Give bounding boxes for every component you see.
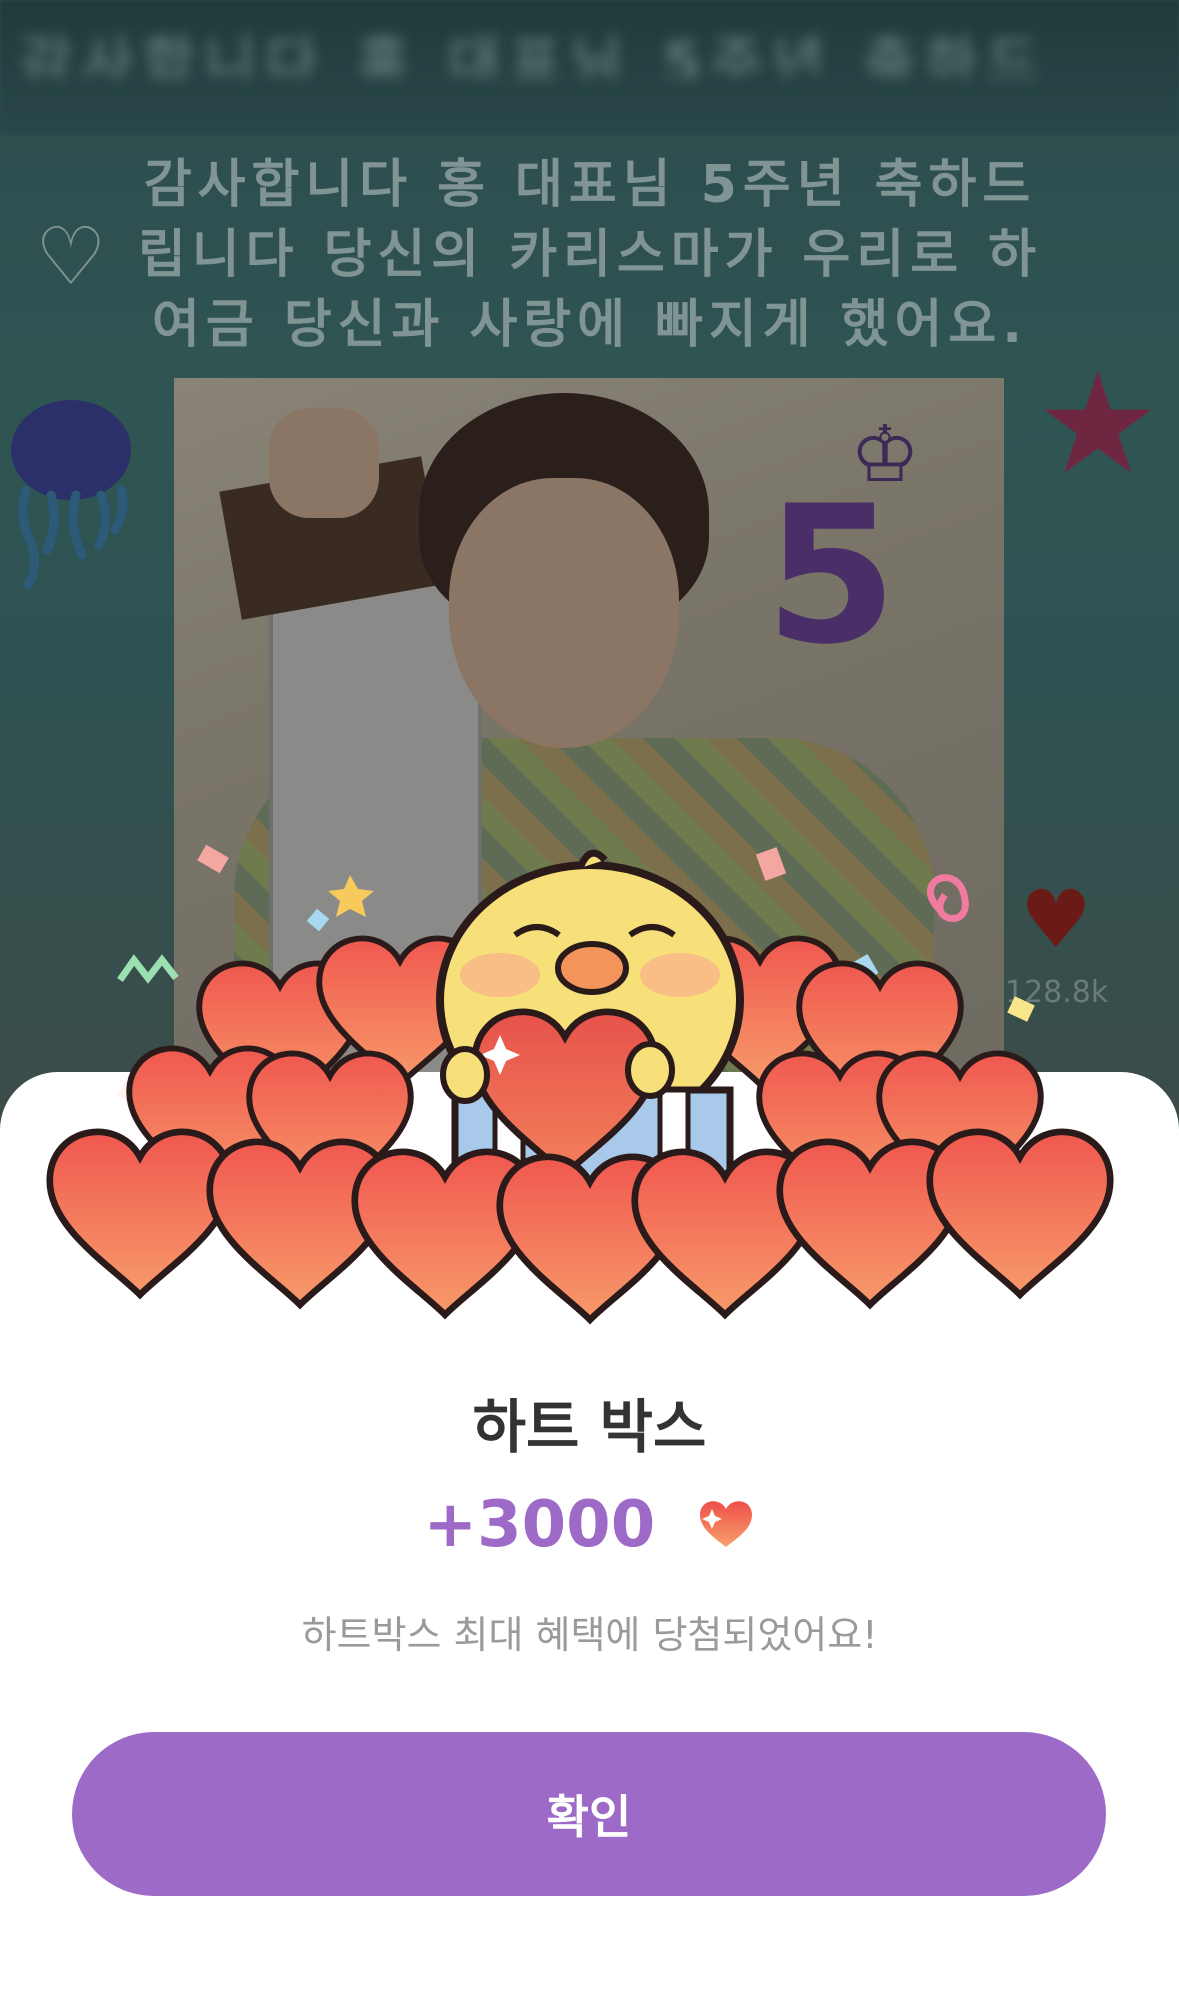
blurred-header-strip: 감사합니다 홍 대표님 5주년 축하드	[0, 0, 1179, 135]
confirm-button[interactable]: 확인	[72, 1732, 1106, 1896]
jellyfish-icon	[11, 400, 131, 590]
anniversary-number: 5	[765, 465, 898, 686]
reward-amount-row: +3000	[0, 1488, 1179, 1562]
heart-icon	[699, 1501, 752, 1548]
caption-line: 립니다 당신의 카리스마가 우리로 하	[137, 225, 1042, 285]
starfish-icon: ★	[1035, 343, 1161, 506]
caption-line: 여금 당신과 사랑에 빠지게 했어요.	[152, 295, 1028, 355]
reward-amount: +3000	[423, 1488, 656, 1562]
doodle-heart-icon: ♡	[35, 210, 107, 303]
post-caption: 감사합니다 홍 대표님 5주년 축하드 립니다 당신의 카리스마가 우리로 하 …	[100, 150, 1080, 360]
reward-description: 하트박스 최대 혜택에 당첨되었어요!	[301, 1613, 878, 1657]
reward-title: 하트 박스	[472, 1393, 707, 1461]
heart-box-illustration	[0, 844, 1179, 1340]
blurred-header-text: 감사합니다 홍 대표님 5주년 축하드	[20, 31, 1049, 78]
caption-line: 감사합니다 홍 대표님 5주년 축하드	[143, 155, 1037, 215]
